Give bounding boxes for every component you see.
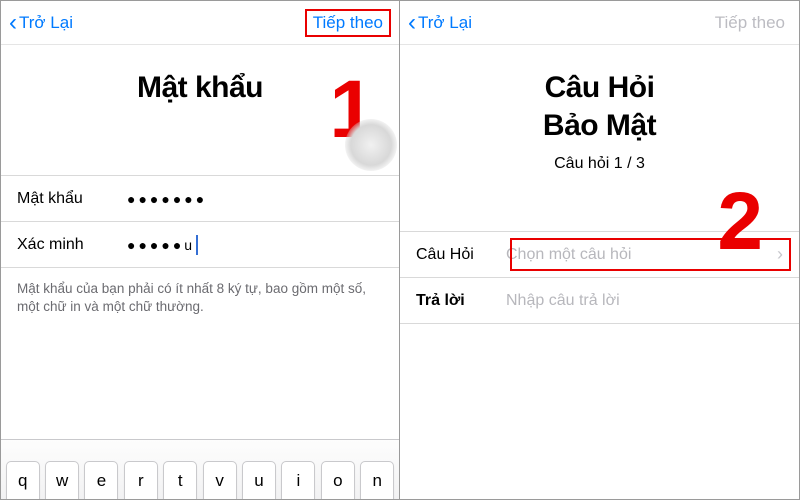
verify-input[interactable]: ●●●●●u — [127, 235, 383, 255]
screenshot-container: ‹ Trở Lại Tiếp theo Mật khẩu 1 Mật khẩu … — [0, 0, 800, 500]
answer-label: Trả lời — [416, 292, 506, 310]
back-button[interactable]: ‹ Trở Lại — [9, 11, 73, 35]
key-v[interactable]: v — [203, 461, 237, 499]
navbar: ‹ Trở Lại Tiếp theo — [1, 1, 399, 45]
key-r[interactable]: r — [124, 461, 158, 499]
answer-placeholder: Nhập câu trả lời — [506, 292, 783, 310]
page-title-line2: Bảo Mật — [400, 109, 799, 143]
password-value: ●●●●●●● — [127, 191, 207, 207]
question-counter: Câu hỏi 1 / 3 — [400, 155, 799, 173]
password-row[interactable]: Mật khẩu ●●●●●●● — [1, 176, 399, 222]
navbar: ‹ Trở Lại Tiếp theo — [400, 1, 799, 45]
key-w[interactable]: w — [45, 461, 79, 499]
home-button-overlay — [345, 119, 397, 171]
next-button[interactable]: Tiếp theo — [305, 9, 391, 37]
key-i[interactable]: i — [281, 461, 315, 499]
chevron-left-icon: ‹ — [9, 11, 17, 35]
key-n[interactable]: n — [360, 461, 394, 499]
screen-password: ‹ Trở Lại Tiếp theo Mật khẩu 1 Mật khẩu … — [1, 1, 400, 499]
question-fields: Câu Hỏi Chọn một câu hỏi › Trả lời Nhập … — [400, 231, 799, 324]
question-label: Câu Hỏi — [416, 246, 506, 264]
key-e[interactable]: e — [84, 461, 118, 499]
key-o[interactable]: o — [321, 461, 355, 499]
text-caret — [196, 235, 198, 255]
key-t[interactable]: t — [163, 461, 197, 499]
screen-security-question: ‹ Trở Lại Tiếp theo Câu Hỏi Bảo Mật Câu … — [400, 1, 799, 499]
next-button-disabled: Tiếp theo — [709, 11, 791, 35]
key-q[interactable]: q — [6, 461, 40, 499]
password-hint: Mật khẩu của bạn phải có ít nhất 8 ký tự… — [1, 268, 399, 316]
next-label: Tiếp theo — [715, 13, 785, 32]
answer-row[interactable]: Trả lời Nhập câu trả lời — [400, 278, 799, 324]
back-label: Trở Lại — [19, 13, 73, 33]
page-title-line1: Câu Hỏi — [400, 71, 799, 105]
next-label: Tiếp theo — [313, 13, 383, 32]
question-row[interactable]: Câu Hỏi Chọn một câu hỏi › — [400, 232, 799, 278]
password-fields: Mật khẩu ●●●●●●● Xác minh ●●●●●u — [1, 175, 399, 268]
back-button[interactable]: ‹ Trở Lại — [408, 11, 472, 35]
keyboard[interactable]: q w e r t v u i o n — [1, 439, 399, 499]
verify-row[interactable]: Xác minh ●●●●●u — [1, 222, 399, 268]
password-input[interactable]: ●●●●●●● — [127, 191, 383, 207]
key-u[interactable]: u — [242, 461, 276, 499]
back-label: Trở Lại — [418, 13, 472, 33]
highlight-box — [510, 238, 791, 271]
verify-label: Xác minh — [17, 236, 127, 254]
chevron-left-icon: ‹ — [408, 11, 416, 35]
password-label: Mật khẩu — [17, 190, 127, 208]
verify-value: ●●●●●u — [127, 237, 195, 253]
